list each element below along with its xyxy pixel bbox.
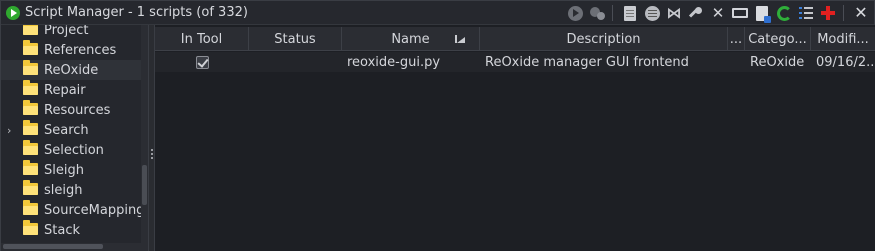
edit-script-eclipse-button[interactable] <box>643 4 661 22</box>
folder-icon <box>23 60 38 75</box>
delete-x-icon: ✕ <box>711 4 725 22</box>
close-icon: ✕ <box>854 3 868 22</box>
tree-item-references[interactable]: References <box>1 40 141 60</box>
tree-item-stack[interactable]: Stack <box>1 220 141 240</box>
in-tool-checkbox-cell[interactable] <box>196 52 216 72</box>
tree-item-sleigh[interactable]: Sleigh <box>1 160 141 180</box>
tree-item-label: Selection <box>44 142 104 158</box>
column-header-name[interactable]: Name <box>342 27 480 51</box>
toolbar: ⋈ ✕ ✕ <box>562 1 870 25</box>
new-script-icon <box>756 5 771 23</box>
refresh-icon <box>776 5 792 21</box>
column-header-more[interactable]: ... <box>728 27 745 51</box>
rename-script-button[interactable] <box>731 4 749 22</box>
vscode-icon: ⋈ <box>666 4 682 22</box>
folder-icon <box>23 200 38 215</box>
tree-item-sourcemapping[interactable]: SourceMapping <box>1 200 145 220</box>
column-header-modified[interactable]: Modifi... <box>811 27 875 51</box>
tree-item-label: SourceMapping <box>44 202 145 218</box>
table-header: In Tool Status Name Description ... Cate… <box>155 27 875 51</box>
script-manager-window: Script Manager - 1 scripts (of 332) ⋈ ✕ … <box>0 0 875 251</box>
delete-script-button[interactable]: ✕ <box>709 4 727 22</box>
tree-item-selection[interactable]: Selection <box>1 140 141 160</box>
modified-cell: 09/16/2... <box>816 54 875 70</box>
edit-script-button[interactable] <box>621 4 639 22</box>
tree-item-label: sleigh <box>44 182 83 198</box>
create-new-script-button[interactable] <box>753 4 771 23</box>
run-icon <box>567 5 583 21</box>
tree-item-label: References <box>44 42 117 58</box>
assign-key-binding-button[interactable] <box>687 4 705 22</box>
folder-icon <box>23 220 38 235</box>
edit-circle-icon <box>644 5 660 21</box>
sort-ascending-icon <box>455 35 465 43</box>
column-header-in-tool[interactable]: In Tool <box>155 27 249 51</box>
toolbar-separator <box>843 5 844 21</box>
in-tool-checkbox[interactable] <box>196 55 209 69</box>
chevron-right-icon[interactable]: › <box>7 124 11 137</box>
edit-page-icon <box>624 5 636 21</box>
tree-item-label: Stack <box>44 222 80 238</box>
tree-item-repair[interactable]: Repair <box>1 80 141 100</box>
drag-grip-icon <box>151 149 153 151</box>
tree-item-label: ReOxide <box>44 62 99 78</box>
scrollbar-thumb[interactable] <box>142 165 147 205</box>
tree-item-label: Repair <box>44 82 86 98</box>
category-cell: ReOxide <box>750 54 805 70</box>
script-directories-button[interactable] <box>797 4 815 22</box>
tree-item-label: Sleigh <box>44 162 84 178</box>
tree-horizontal-scrollbar[interactable] <box>1 243 141 251</box>
tree-vertical-scrollbar[interactable] <box>141 25 148 251</box>
tree-item-reoxide[interactable]: ReOxide <box>1 60 141 80</box>
window-title: Script Manager - 1 scripts (of 332) <box>25 5 248 20</box>
folder-icon <box>23 140 38 155</box>
red-cross-icon <box>821 6 835 20</box>
tree-item-resources[interactable]: Resources <box>1 100 141 120</box>
category-tree: Project References ReOxide Repair Resour… <box>1 25 148 251</box>
folder-icon <box>23 160 38 175</box>
tree-item-label: Resources <box>44 102 111 118</box>
status-cell <box>254 52 342 72</box>
tree-item-label: Search <box>44 122 89 138</box>
script-manager-icon <box>6 5 20 20</box>
folder-icon <box>23 40 38 55</box>
key-icon <box>689 6 703 20</box>
tree-item-search[interactable]: › Search <box>1 120 141 140</box>
tree-item-sleigh-lower[interactable]: sleigh <box>1 180 141 200</box>
scripts-table: In Tool Status Name Description ... Cate… <box>155 25 875 251</box>
folder-icon <box>23 25 38 35</box>
run-script-button[interactable] <box>566 4 584 22</box>
rename-icon <box>732 8 748 18</box>
column-header-description[interactable]: Description <box>480 27 728 51</box>
tree-item-project[interactable]: Project <box>1 25 141 40</box>
list-icon <box>799 7 813 19</box>
close-button[interactable]: ✕ <box>852 4 870 22</box>
run-last-script-button[interactable] <box>588 4 606 22</box>
description-cell: ReOxide manager GUI frontend <box>485 54 689 70</box>
split-pane-divider[interactable] <box>148 25 155 251</box>
refresh-scripts-button[interactable] <box>775 4 793 22</box>
column-header-status[interactable]: Status <box>249 27 342 51</box>
extra-cell <box>733 52 745 72</box>
tree-item-label: Project <box>44 25 89 38</box>
toolbar-separator <box>612 5 613 21</box>
folder-icon <box>23 120 38 135</box>
column-header-category[interactable]: Catego... <box>745 27 811 51</box>
scrollbar-thumb[interactable] <box>3 244 103 249</box>
folder-icon <box>23 80 38 95</box>
folder-icon <box>23 100 38 115</box>
edit-vscode-button[interactable]: ⋈ <box>665 4 683 22</box>
name-cell: reoxide-gui.py <box>347 54 441 70</box>
table-row[interactable]: reoxide-gui.py ReOxide manager GUI front… <box>155 52 875 72</box>
help-button[interactable] <box>819 4 837 22</box>
folder-icon <box>23 180 38 195</box>
